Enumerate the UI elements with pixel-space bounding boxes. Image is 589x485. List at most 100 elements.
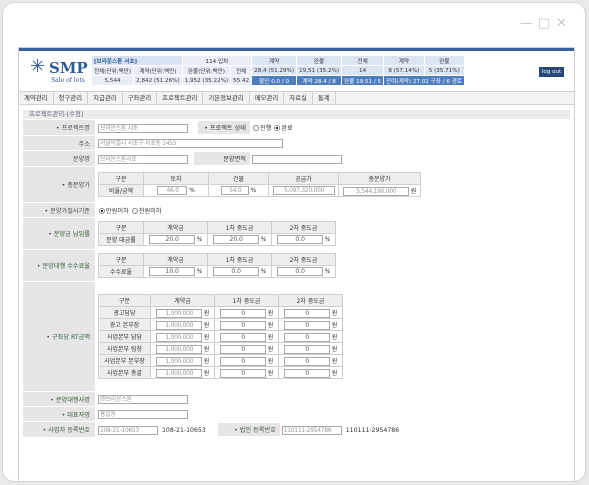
business-reg-input[interactable]: 108-21-10653 [98, 425, 158, 435]
close-icon[interactable]: ✕ [556, 17, 567, 30]
rt-cell: 1,000,000 원 [150, 330, 215, 343]
unit-pct: % [324, 268, 331, 275]
stat-header: 전체 [341, 55, 385, 66]
representative-input[interactable]: 홍길동 [98, 409, 188, 419]
nav-memo[interactable]: 메모관리 [250, 92, 285, 104]
unit-won: 원 [267, 345, 274, 353]
rt-value-input[interactable]: 0 [283, 332, 330, 342]
nav-statistics[interactable]: 통계 [313, 92, 336, 104]
nav-units[interactable]: 구좌관리 [123, 92, 158, 104]
threshold-1k-radio[interactable] [131, 207, 138, 214]
agency-company-input[interactable]: ㈜브라운스톤 [98, 394, 188, 404]
project-form: • 프로젝트명 브라운스톤 서초 • 프로젝트 상태 진행 완료 주소 서울특별… [23, 120, 441, 438]
stat-value: 5,544 [90, 75, 135, 86]
nav-project[interactable]: 프로젝트관리 [157, 92, 204, 104]
fee-interim2-input[interactable]: 0.0 [276, 267, 323, 276]
sale-area-label: 분양면적 [193, 152, 250, 165]
logout-button[interactable]: log out [539, 67, 564, 77]
stat-header: 완불 [423, 55, 466, 66]
building-input[interactable]: 54.0 [220, 186, 249, 195]
nav-library[interactable]: 자료실 [284, 92, 313, 104]
land-cell: 46.0 % [143, 184, 209, 197]
col-header: 2차 중도금 [278, 294, 343, 307]
rt-value-input[interactable]: 0 [219, 356, 266, 366]
address-label: 주소 [23, 135, 95, 151]
threshold-cell: 만원이하 천원이하 [95, 202, 441, 218]
rt-value-input[interactable]: 0 [219, 332, 266, 342]
stat-value: 2,842 (51.26%) [133, 75, 183, 86]
minimize-icon[interactable]: — [520, 17, 533, 30]
payment-interim1-input[interactable]: 20.0 [212, 235, 259, 244]
project-name-cell: 브라운스톤 서초 • 프로젝트 상태 진행 완료 [95, 120, 441, 136]
nav-billing[interactable]: 청구관리 [54, 92, 89, 104]
unit-pct: % [260, 236, 267, 243]
nav-basic-info[interactable]: 기본정보관리 [203, 92, 250, 104]
supply-input[interactable]: 5,097,320,000 [272, 186, 335, 195]
col-header: 1차 중도금 [207, 253, 272, 266]
supply-cell: 5,097,320,000 [268, 184, 339, 197]
col-header: 구분 [98, 294, 151, 307]
rt-value-input[interactable]: 1,000,000 [155, 356, 202, 366]
business-reg-label: • 사업자 등록번호 [23, 421, 95, 438]
stat-header: 완불 [296, 55, 343, 66]
stat-header: 114 입차 [181, 55, 253, 66]
rt-value-input[interactable]: 0 [219, 368, 266, 378]
rt-row-label: 사업본부 팀장 [98, 342, 151, 355]
rt-value-input[interactable]: 0 [219, 344, 266, 354]
nav-contract[interactable]: 계약관리 [19, 92, 54, 104]
rt-cell: 0 원 [278, 354, 343, 367]
rt-amount-cell: 구분 계약금 1차 중도금 2차 중도금 광고담당 1,000,000 원0 원0… [95, 281, 441, 392]
land-input[interactable]: 46.0 [157, 186, 188, 195]
threshold-label: • 분양가절사기준 [23, 202, 95, 218]
rt-row: 사업본부 총괄 1,000,000 원0 원0 원 [98, 366, 343, 379]
project-name-input[interactable]: 브라운스톤 서초 [98, 123, 188, 133]
unit-won: 원 [331, 309, 338, 317]
sale-name-cell: 브라운스톤서초 분양면적 [95, 150, 441, 167]
status-in-progress-radio[interactable] [252, 125, 259, 131]
rt-cell: 0 원 [214, 366, 279, 379]
rt-value-input[interactable]: 0 [283, 320, 330, 330]
total-price-cell: 구분 토지 건물 공급가 총분양가 비율/금액 46.0 % 54.0 % 5,… [95, 166, 441, 203]
rt-value-input[interactable]: 1,000,000 [155, 320, 202, 330]
stat-label: 완불(단위:백만) [181, 65, 232, 76]
nav-payment[interactable]: 지급관리 [88, 92, 123, 104]
rt-cell: 0 원 [214, 354, 279, 367]
rt-value-input[interactable]: 1,000,000 [155, 332, 202, 342]
rt-value-input[interactable]: 1,000,000 [155, 368, 202, 378]
rt-value-input[interactable]: 0 [283, 344, 330, 354]
rt-value-input[interactable]: 0 [219, 320, 266, 330]
rt-cell: 1,000,000 원 [150, 354, 215, 367]
rt-value-input[interactable]: 1,000,000 [155, 344, 202, 354]
rt-amount-table: 구분 계약금 1차 중도금 2차 중도금 광고담당 1,000,000 원0 원0… [98, 294, 343, 379]
agency-fee-table: 구분 계약금 1차 중도금 2차 중도금 수수료율 10.0 % 0.0 % 0… [98, 253, 336, 278]
sale-area-input[interactable] [251, 154, 342, 164]
rt-value-input[interactable]: 0 [283, 308, 330, 318]
rt-value-input[interactable]: 0 [283, 368, 330, 378]
sale-name-input[interactable]: 브라운스톤서초 [98, 154, 188, 164]
agency-company-cell: ㈜브라운스톤 [95, 391, 441, 407]
fee-contract-input[interactable]: 10.0 [148, 267, 195, 276]
rt-row: 광고담당 1,000,000 원0 원0 원 [98, 306, 343, 319]
rt-value-input[interactable]: 0 [219, 308, 266, 318]
unit-won: 원 [203, 309, 210, 317]
rt-value-input[interactable]: 0 [283, 356, 330, 366]
fee-cell: 10.0 % [143, 265, 208, 278]
unit-won: 원 [267, 309, 274, 317]
threshold-10k-radio[interactable] [99, 207, 105, 214]
rt-cell: 1,000,000 원 [150, 342, 215, 355]
address-input[interactable]: 서울특별시 서초구 서초동 1455 [98, 138, 283, 148]
col-header: 토지 [143, 172, 209, 185]
corp-reg-input[interactable]: 110111-2954786 [281, 425, 342, 435]
col-header: 1차 중도금 [207, 221, 272, 234]
payment-contract-input[interactable]: 20.0 [148, 235, 195, 244]
total-input[interactable]: 5,544,190,000 [342, 186, 409, 196]
fee-interim1-input[interactable]: 0.0 [212, 267, 259, 276]
total-cell: 5,544,190,000 원 [338, 184, 421, 197]
rt-cell: 1,000,000 원 [150, 306, 215, 319]
stat-value: 14 [341, 65, 385, 76]
payment-interim2-input[interactable]: 0.0 [276, 235, 323, 244]
maximize-icon[interactable]: □ [538, 17, 550, 30]
status-completed-radio[interactable] [274, 125, 281, 131]
unit-won: 원 [331, 321, 338, 329]
rt-value-input[interactable]: 1,000,000 [155, 308, 202, 318]
